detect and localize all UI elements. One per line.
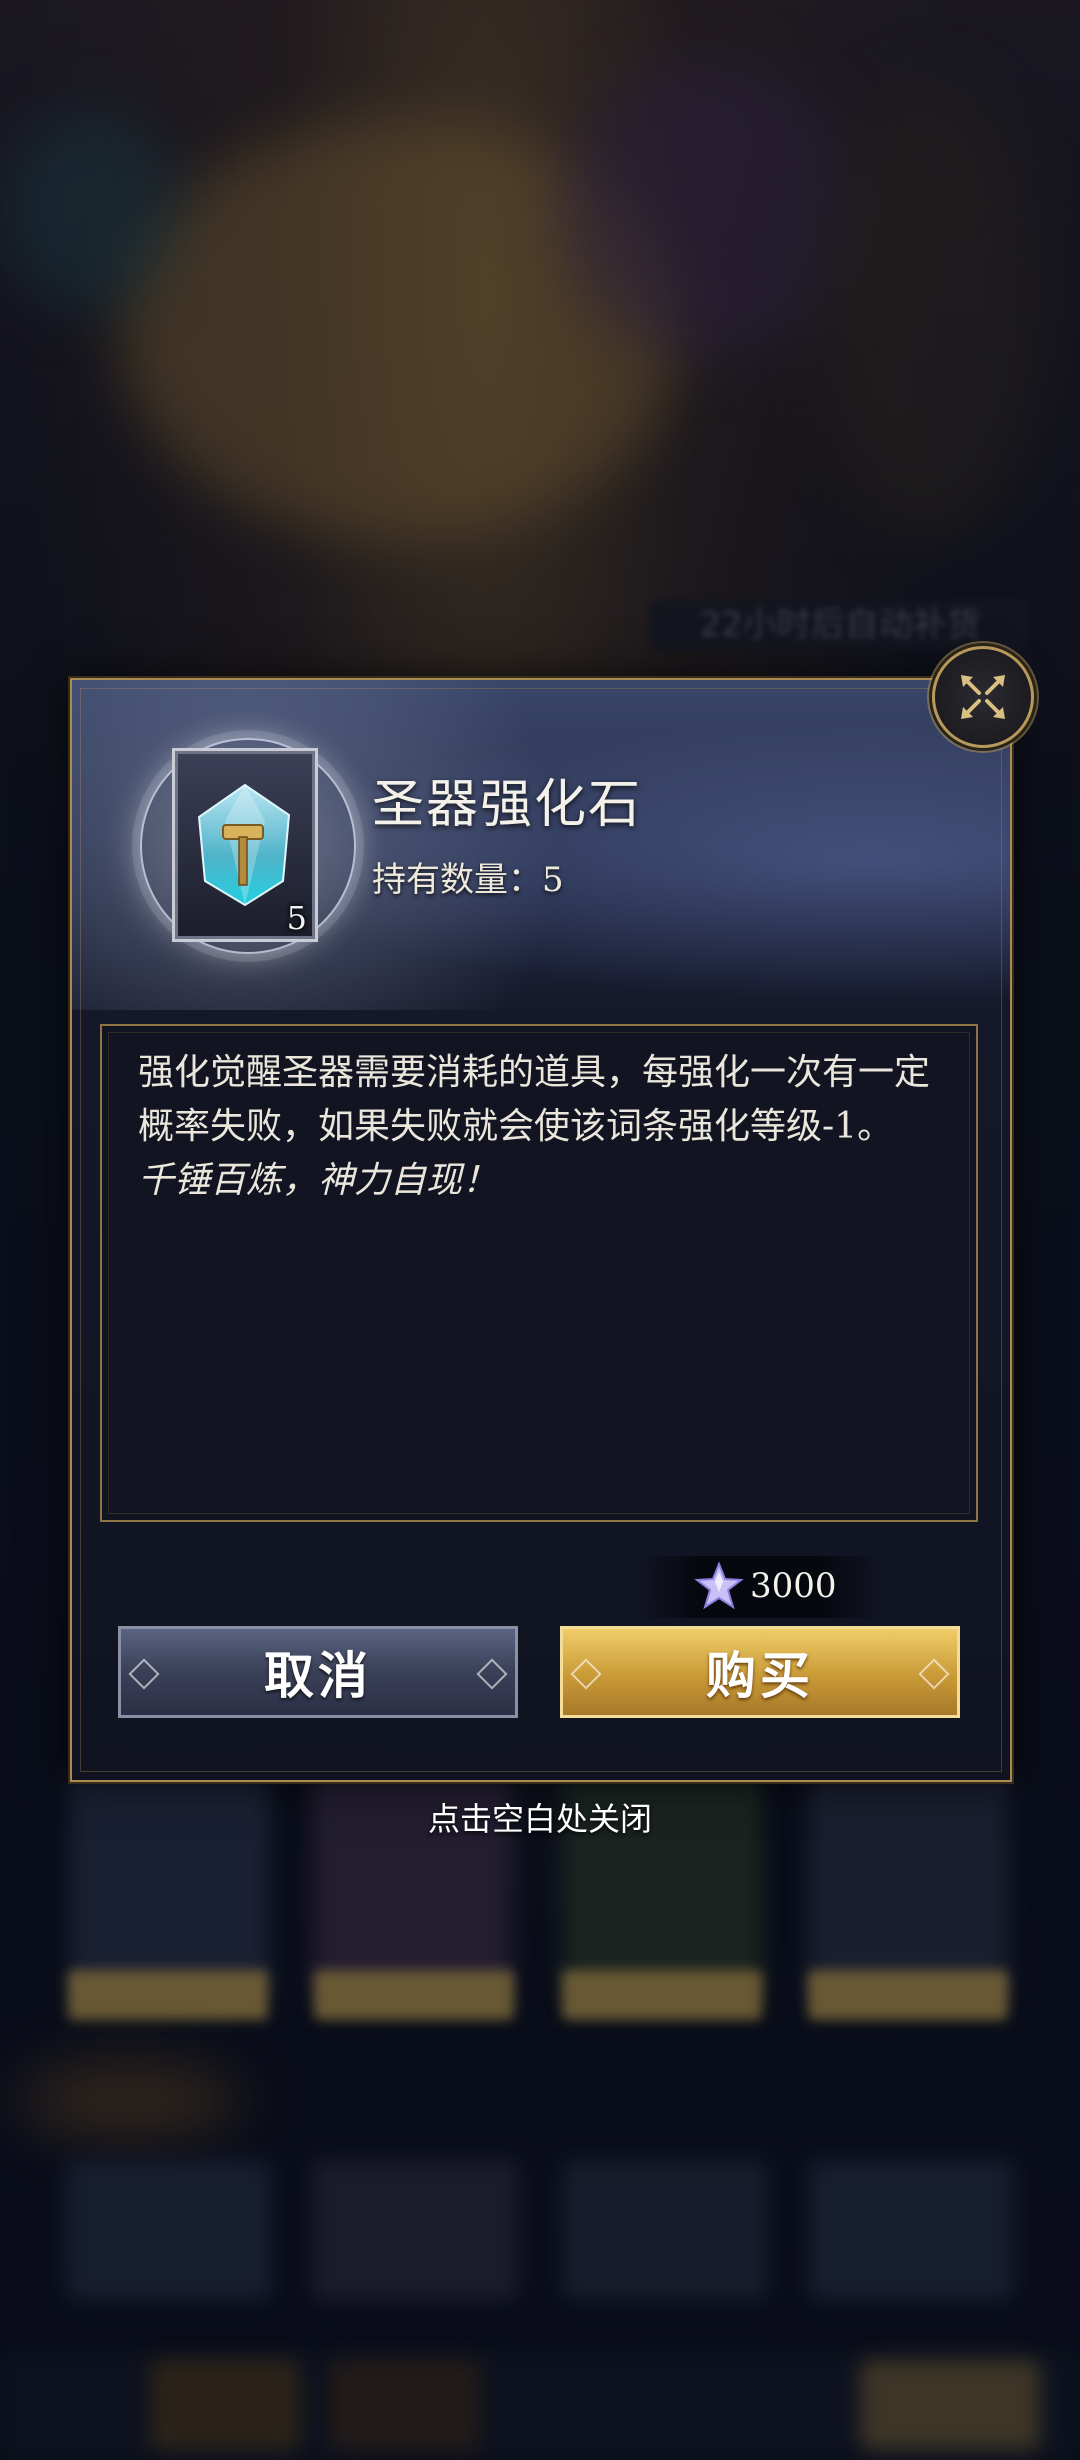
price-tag: 3000 — [640, 1556, 880, 1618]
diamond-ornament-icon — [570, 1658, 602, 1690]
shop-screen: 22小时后自动补货 5 圣器强化石 持有数量：5 强化觉醒圣器需要消耗的道具，每… — [0, 0, 1080, 2460]
buy-label: 购买 — [706, 1646, 814, 1705]
cancel-label: 取消 — [264, 1646, 372, 1705]
tap-to-close-hint[interactable]: 点击空白处关闭 — [0, 1794, 1080, 1840]
buy-button[interactable]: 购买 — [560, 1626, 960, 1718]
crystal-hammer-icon — [197, 783, 291, 907]
close-button[interactable] — [932, 646, 1034, 748]
item-title: 圣器强化石 — [372, 775, 643, 835]
description-panel: 强化觉醒圣器需要消耗的道具，每强化一次有一定概率失败，如果失败就会使该词条强化等… — [100, 1024, 978, 1522]
diamond-ornament-icon — [918, 1658, 950, 1690]
diamond-ornament-icon — [476, 1658, 508, 1690]
item-flavor-quote: 千锤百炼，神力自现！ — [138, 1160, 499, 1201]
cancel-button[interactable]: 取消 — [118, 1626, 518, 1718]
item-count: 5 — [286, 899, 307, 937]
price-value: 3000 — [750, 1566, 837, 1606]
item-description: 强化觉醒圣器需要消耗的道具，每强化一次有一定概率失败，如果失败就会使该词条强化等… — [138, 1052, 931, 1147]
diamond-ornament-icon — [128, 1658, 160, 1690]
item-card: 5 — [172, 748, 318, 942]
star-gem-icon — [694, 1562, 744, 1610]
close-icon — [961, 675, 1005, 719]
owned-quantity: 持有数量：5 — [372, 860, 564, 900]
